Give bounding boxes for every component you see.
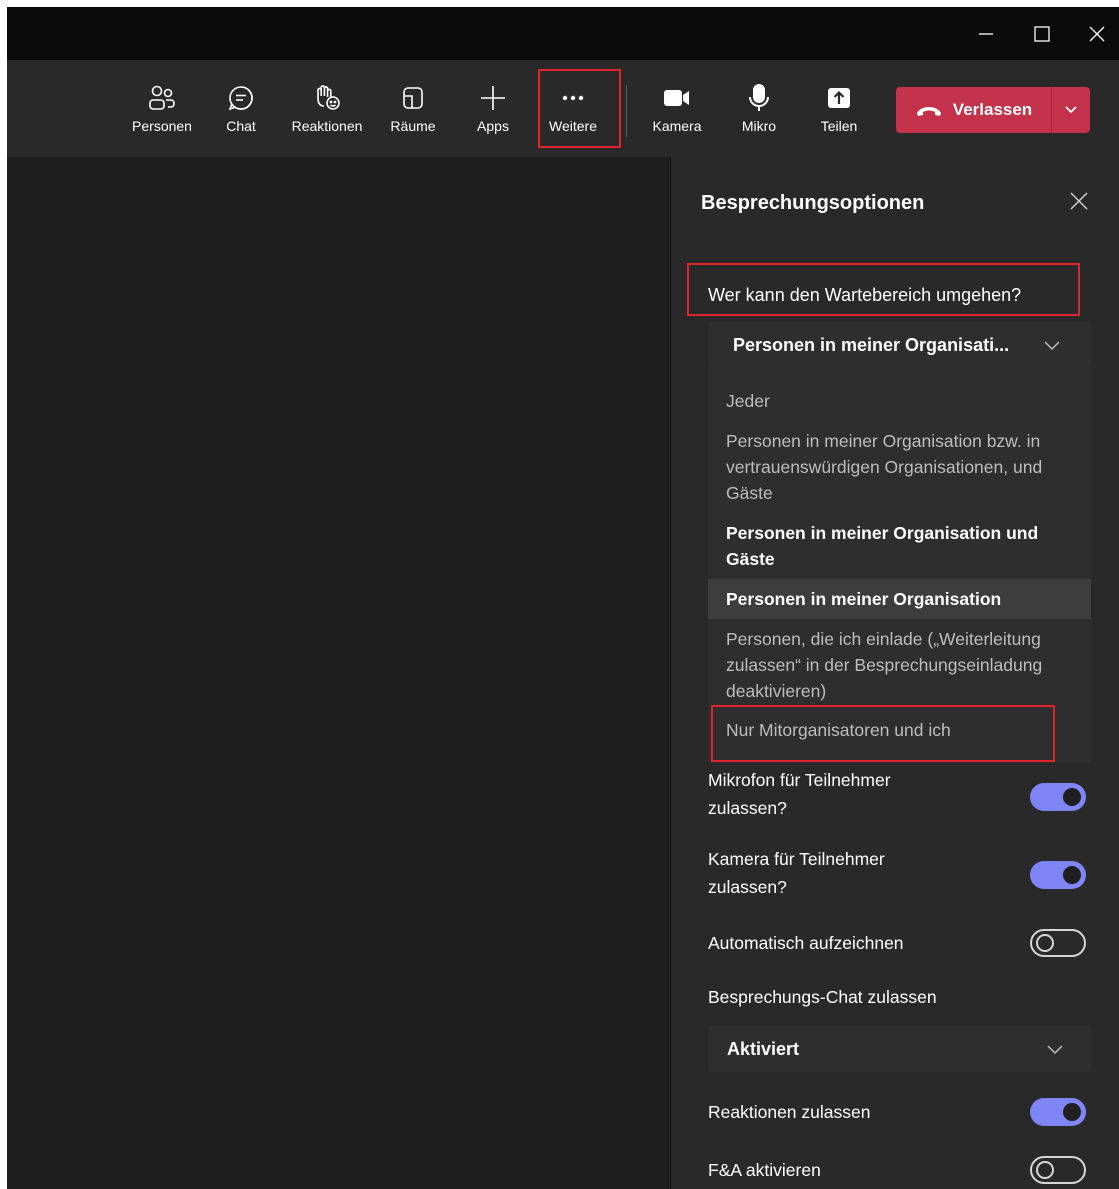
- highlight-box-more: [538, 69, 621, 148]
- rooms-button[interactable]: Räume: [388, 80, 438, 144]
- setting-label-camera: Kamera für Teilnehmer zulassen?: [708, 849, 885, 897]
- camera-button[interactable]: Kamera: [649, 80, 705, 144]
- minimize-icon[interactable]: [971, 19, 1001, 49]
- toggle-camera[interactable]: [1030, 861, 1086, 889]
- toggle-microphone[interactable]: [1030, 783, 1086, 811]
- leave-button-group: Verlassen: [896, 87, 1090, 133]
- chevron-down-icon: [1065, 106, 1077, 114]
- toggle-reactions[interactable]: [1030, 1098, 1086, 1126]
- lobby-selected-value: Personen in meiner Organisati...: [733, 334, 1010, 355]
- reactions-label: Reaktionen: [291, 118, 363, 134]
- option-org-and-guests[interactable]: Personen in meiner Organisation und Gäst…: [708, 520, 1091, 572]
- people-button[interactable]: Personen: [127, 80, 197, 144]
- microphone-icon: [747, 80, 771, 116]
- option-org-only[interactable]: Personen in meiner Organisation: [708, 579, 1091, 619]
- apps-label: Apps: [477, 118, 509, 134]
- camera-label: Kamera: [652, 118, 702, 134]
- chevron-down-icon: [1044, 341, 1060, 351]
- meeting-toolbar: Personen Chat Reaktionen Räume Apps Weit…: [7, 60, 1119, 158]
- highlight-box-lobby-question: [687, 263, 1080, 316]
- reactions-button[interactable]: Reaktionen: [285, 80, 369, 144]
- chat-button[interactable]: Chat: [216, 80, 266, 144]
- meeting-chat-value: Aktiviert: [727, 1038, 800, 1059]
- camera-icon: [662, 80, 692, 116]
- panel-title: Besprechungsoptionen: [701, 192, 925, 214]
- rooms-icon: [400, 80, 426, 116]
- meeting-chat-select[interactable]: Aktiviert: [708, 1026, 1091, 1072]
- option-people-i-invite[interactable]: Personen, die ich einlade („Weiterleitun…: [708, 626, 1091, 704]
- apps-button[interactable]: Apps: [468, 80, 518, 144]
- share-button[interactable]: Teilen: [814, 80, 864, 144]
- meeting-options-panel: Besprechungsoptionen Wer kann den Warteb…: [670, 157, 1119, 1189]
- leave-button[interactable]: Verlassen: [896, 87, 1051, 133]
- teams-meeting-window: Personen Chat Reaktionen Räume Apps Weit…: [7, 7, 1119, 1189]
- lobby-options-dropdown: Jeder Personen in meiner Organisation bz…: [708, 368, 1091, 763]
- leave-options-button[interactable]: [1052, 87, 1090, 133]
- setting-label-meeting-chat: Besprechungs-Chat zulassen: [708, 987, 937, 1007]
- people-label: Personen: [132, 118, 192, 134]
- toolbar-separator: [626, 85, 627, 137]
- lobby-bypass-select[interactable]: Personen in meiner Organisati...: [708, 322, 1091, 368]
- toggle-auto-record[interactable]: [1030, 929, 1086, 957]
- close-panel-icon[interactable]: [1067, 189, 1091, 213]
- toggle-qna[interactable]: [1030, 1156, 1086, 1184]
- chat-label: Chat: [226, 118, 256, 134]
- rooms-label: Räume: [390, 118, 436, 134]
- chat-icon: [227, 80, 255, 116]
- option-org-trusted-guests[interactable]: Personen in meiner Organisation bzw. in …: [708, 428, 1091, 506]
- plus-icon: [479, 80, 507, 116]
- title-bar: [7, 7, 1119, 60]
- share-icon: [826, 80, 852, 116]
- setting-label-qna: F&A aktivieren: [708, 1160, 821, 1180]
- highlight-box-organizers-only: [711, 705, 1055, 762]
- leave-label: Verlassen: [952, 100, 1033, 119]
- raise-hand-icon: [312, 80, 342, 116]
- people-icon: [147, 80, 177, 116]
- maximize-icon[interactable]: [1027, 19, 1057, 49]
- setting-label-reactions: Reaktionen zulassen: [708, 1102, 871, 1122]
- option-everyone[interactable]: Jeder: [708, 388, 1091, 414]
- setting-label-auto-record: Automatisch aufzeichnen: [708, 933, 904, 953]
- setting-label-microphone: Mikrofon für Teilnehmer zulassen?: [708, 770, 891, 818]
- hang-up-icon: [915, 103, 943, 117]
- chevron-down-icon: [1047, 1045, 1063, 1055]
- microphone-button[interactable]: Mikro: [734, 80, 784, 144]
- meeting-stage: [7, 157, 670, 1189]
- microphone-label: Mikro: [741, 118, 777, 134]
- close-icon[interactable]: [1082, 19, 1112, 49]
- share-label: Teilen: [820, 118, 858, 134]
